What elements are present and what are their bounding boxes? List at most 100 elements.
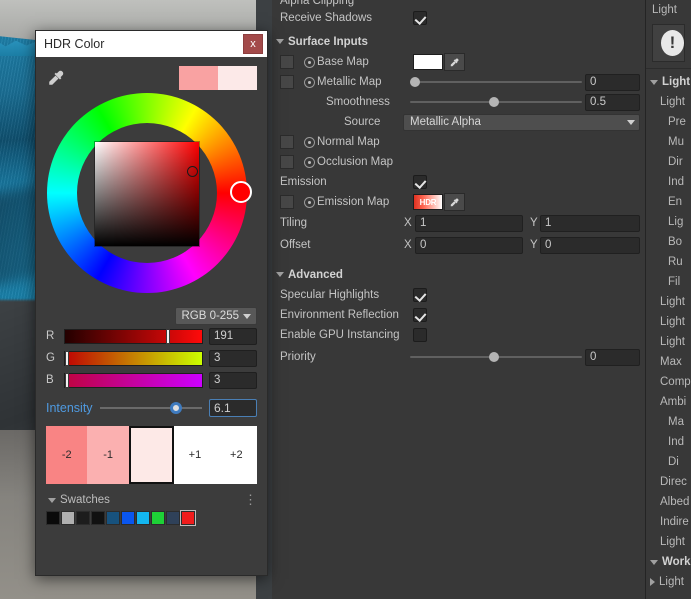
input-intensity[interactable]: 6.1 (209, 399, 257, 417)
row-priority[interactable]: Priority 0 (272, 345, 645, 369)
slider-knob-metallic-map[interactable] (410, 77, 420, 87)
checkbox-environment-reflection[interactable] (413, 308, 427, 322)
lighting-row-22[interactable]: Indire (646, 512, 691, 532)
section-header-advanced[interactable]: Advanced (272, 264, 645, 285)
chevron-right-icon[interactable] (650, 578, 655, 586)
row-alpha-clipping[interactable]: Alpha Clipping (272, 0, 645, 8)
input-channel-g[interactable]: 3 (209, 349, 257, 367)
lighting-row-3[interactable]: Mu (646, 132, 691, 152)
slider-channel-g[interactable] (64, 350, 203, 366)
exposure-cell-0[interactable]: -2 (46, 426, 88, 484)
exposure-cell-4[interactable]: +2 (215, 426, 258, 484)
swatch-chip-0[interactable] (46, 511, 60, 525)
lighting-section-list[interactable]: Light Light Pre Mu Dir Ind En Lig Bo Ru Fil Light Li… (646, 72, 691, 592)
checkbox-emission[interactable] (413, 175, 427, 189)
swatch-chip-7[interactable] (151, 511, 165, 525)
swatch-chip-9[interactable] (180, 510, 196, 526)
chevron-down-icon[interactable] (650, 79, 658, 85)
exposure-cell-2[interactable] (128, 426, 175, 484)
input-channel-r[interactable]: 191 (209, 327, 257, 345)
lighting-row-6[interactable]: En (646, 192, 691, 212)
checkbox-enable-gpu-instancing[interactable] (413, 328, 427, 342)
slider-intensity[interactable] (99, 402, 202, 414)
lighting-row-20[interactable]: Direc (646, 472, 691, 492)
color-wheel[interactable] (47, 93, 257, 303)
row-emission[interactable]: Emission (272, 172, 645, 192)
lighting-row-15[interactable]: Comp (646, 372, 691, 392)
row-normal-map[interactable]: Normal Map (272, 132, 645, 152)
dropdown-source[interactable]: Metallic Alpha (403, 113, 640, 131)
eyedropper-icon-emission[interactable] (444, 193, 465, 211)
value-priority[interactable]: 0 (585, 348, 640, 366)
value-smoothness[interactable]: 0.5 (585, 93, 640, 111)
eyedropper-icon-base-map[interactable] (444, 53, 465, 71)
row-enable-gpu-instancing[interactable]: Enable GPU Instancing (272, 325, 645, 345)
slider-knob-channel-r[interactable] (165, 328, 170, 344)
lighting-row-23[interactable]: Light (646, 532, 691, 552)
color-swatch-base-map[interactable] (413, 54, 443, 70)
row-emission-map[interactable]: Emission Map HDR (272, 192, 645, 212)
slider-priority[interactable] (410, 352, 582, 362)
slider-channel-r[interactable] (64, 328, 203, 344)
circle-cursor-icon[interactable] (187, 166, 198, 177)
input-offset-x[interactable]: 0 (415, 236, 523, 254)
dropdown-color-mode[interactable]: RGB 0-255 (175, 307, 257, 325)
slider-smoothness[interactable] (410, 97, 582, 107)
lighting-row-21[interactable]: Albed (646, 492, 691, 512)
swatch-chip-5[interactable] (121, 511, 135, 525)
lighting-row-17[interactable]: Ma (646, 412, 691, 432)
toggle-base-map[interactable] (304, 56, 315, 68)
slider-metallic-map[interactable] (410, 77, 582, 87)
value-metallic-map[interactable]: 0 (585, 73, 640, 91)
swatch-chip-3[interactable] (91, 511, 105, 525)
swatch-chip-8[interactable] (166, 511, 180, 525)
lighting-row-8[interactable]: Bo (646, 232, 691, 252)
row-specular-highlights[interactable]: Specular Highlights (272, 285, 645, 305)
input-channel-b[interactable]: 3 (209, 371, 257, 389)
rgb-channels[interactable]: R 191 G 3 B 3 (46, 325, 257, 391)
eyedropper-icon[interactable] (46, 68, 66, 88)
swatch-chip-4[interactable] (106, 511, 120, 525)
lighting-settings-panel[interactable]: Light ! Light Light Pre Mu Dir Ind En Lig Bo Ru Fi… (645, 0, 691, 599)
chevron-down-icon[interactable] (650, 559, 658, 565)
input-offset-y[interactable]: 0 (540, 236, 640, 254)
lighting-row-11[interactable]: Light (646, 292, 691, 312)
toggle-normal-map[interactable] (304, 136, 315, 148)
row-metallic-map[interactable]: Metallic Map 0 (272, 72, 645, 92)
row-source[interactable]: Source Metallic Alpha (272, 112, 645, 132)
channel-row-r[interactable]: R 191 (46, 325, 257, 347)
color-preview[interactable] (179, 66, 257, 90)
intensity-row[interactable]: Intensity 6.1 (46, 396, 257, 420)
row-receive-shadows[interactable]: Receive Shadows (272, 8, 645, 28)
input-tiling-y[interactable]: 1 (540, 214, 640, 232)
row-smoothness[interactable]: Smoothness 0.5 (272, 92, 645, 112)
channel-row-b[interactable]: B3 (46, 369, 257, 391)
slider-knob-intensity[interactable] (170, 402, 183, 414)
lighting-row-10[interactable]: Fil (646, 272, 691, 292)
channel-row-g[interactable]: G3 (46, 347, 257, 369)
slider-knob-smoothness[interactable] (489, 97, 500, 107)
lighting-row-12[interactable]: Light (646, 312, 691, 332)
swatch-chip-6[interactable] (136, 511, 150, 525)
texture-slot-base-map[interactable] (280, 55, 294, 69)
swatches-header[interactable]: Swatches ⋮ (46, 490, 257, 510)
slider-knob-channel-g[interactable] (64, 350, 69, 366)
dialog-titlebar[interactable]: HDR Color x (36, 31, 267, 57)
lighting-row-19[interactable]: Di (646, 452, 691, 472)
material-inspector[interactable]: Alpha Clipping Receive Shadows Surface I… (272, 0, 645, 599)
input-tiling-x[interactable]: 1 (415, 214, 523, 232)
lighting-row-24[interactable]: Work (646, 552, 691, 572)
lighting-row-18[interactable]: Ind (646, 432, 691, 452)
close-icon[interactable]: x (243, 34, 263, 54)
lighting-row-0[interactable]: Light (646, 72, 691, 92)
slider-channel-b[interactable] (64, 372, 203, 388)
lighting-row-4[interactable]: Dir (646, 152, 691, 172)
lighting-row-14[interactable]: Max (646, 352, 691, 372)
row-environment-reflection[interactable]: Environment Reflection (272, 305, 645, 325)
chevron-down-icon-swatches[interactable] (48, 497, 56, 503)
lighting-row-1[interactable]: Light (646, 92, 691, 112)
slider-knob-priority[interactable] (489, 352, 500, 362)
texture-slot-emission-map[interactable] (280, 195, 294, 209)
exposure-cell-1[interactable]: -1 (87, 426, 129, 484)
exposure-cell-3[interactable]: +1 (174, 426, 216, 484)
